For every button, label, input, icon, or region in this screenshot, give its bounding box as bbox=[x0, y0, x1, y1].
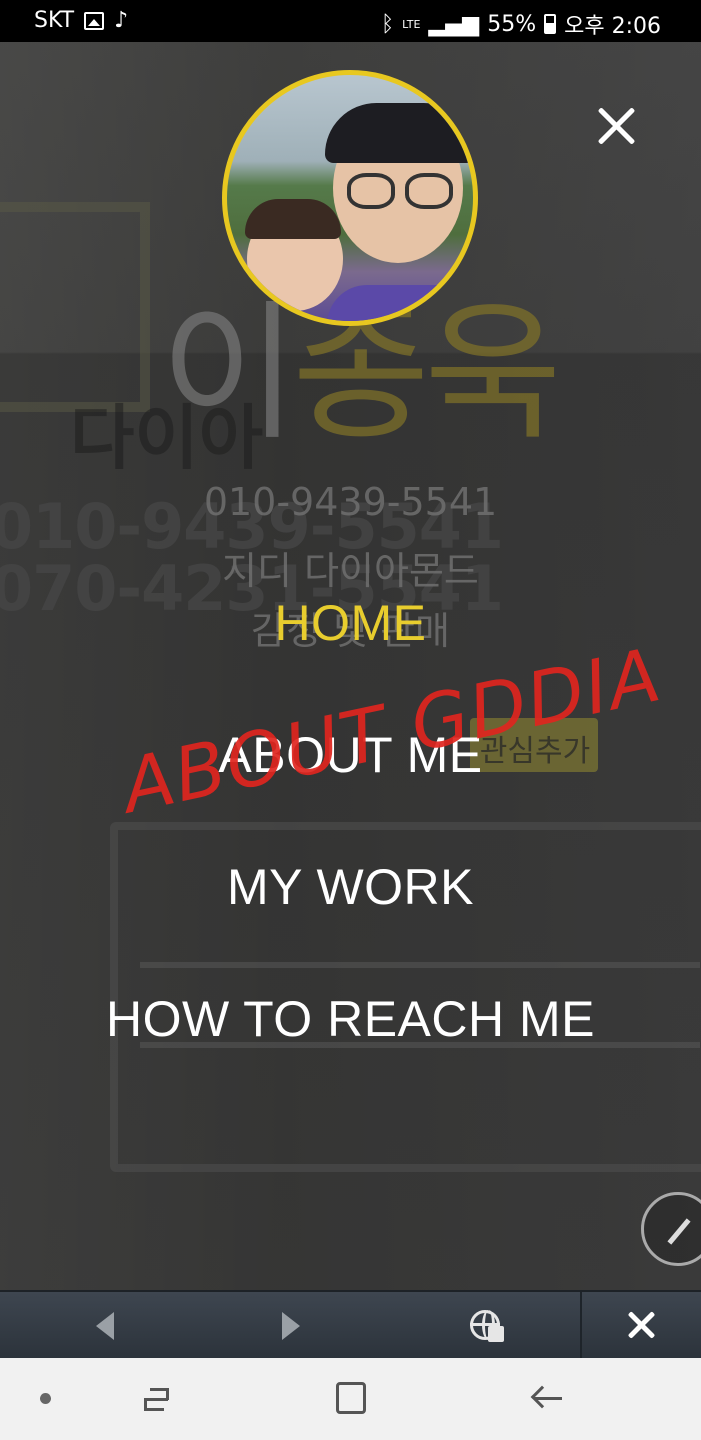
browser-toolbar bbox=[0, 1290, 701, 1360]
back-icon[interactable] bbox=[530, 1384, 564, 1414]
network-type: LTE bbox=[402, 17, 421, 31]
clock: 오후 2:06 bbox=[564, 14, 661, 39]
arrow-right-icon bbox=[282, 1312, 300, 1340]
background-sign bbox=[0, 202, 150, 412]
nav-dot-icon[interactable] bbox=[40, 1393, 51, 1404]
status-bar: SKT ♪ ᛒ LTE ▂▄▆ 55% 오후 2:06 bbox=[0, 0, 701, 42]
music-note-icon: ♪ bbox=[114, 8, 129, 33]
gallery-icon bbox=[84, 11, 105, 30]
menu-overlay: 이종욱 다이아 010-9439-5541 070-4231-5541 010-… bbox=[0, 42, 701, 1290]
profile-avatar bbox=[222, 70, 478, 326]
bluetooth-icon: ᛒ bbox=[380, 11, 395, 37]
close-menu-icon[interactable] bbox=[590, 100, 642, 152]
home-icon[interactable] bbox=[336, 1382, 366, 1414]
menu-item-how-to-reach-me[interactable]: HOW TO REACH ME bbox=[0, 990, 701, 1048]
carrier-label: SKT bbox=[34, 8, 75, 33]
recent-apps-icon[interactable] bbox=[140, 1382, 174, 1416]
forward-button[interactable] bbox=[240, 1292, 340, 1360]
system-nav-bar bbox=[0, 1358, 701, 1440]
toolbar-divider bbox=[580, 1292, 582, 1360]
close-browser-button[interactable] bbox=[626, 1310, 656, 1340]
signal-icon: ▂▄▆ bbox=[428, 11, 480, 37]
background-shelf bbox=[140, 962, 700, 968]
battery-percent: 55% bbox=[487, 11, 537, 37]
background-sign-text: 다이아 bbox=[70, 397, 264, 479]
back-button[interactable] bbox=[56, 1292, 156, 1360]
open-in-browser-button[interactable] bbox=[436, 1292, 536, 1360]
pencil-icon bbox=[667, 1218, 691, 1245]
background-business-name: 지디 다이아몬드 bbox=[222, 549, 479, 593]
arrow-left-icon bbox=[96, 1312, 114, 1340]
background-phone: 010-9439-5541 bbox=[203, 480, 498, 524]
battery-icon bbox=[544, 14, 557, 34]
menu-item-my-work[interactable]: MY WORK bbox=[0, 858, 701, 916]
